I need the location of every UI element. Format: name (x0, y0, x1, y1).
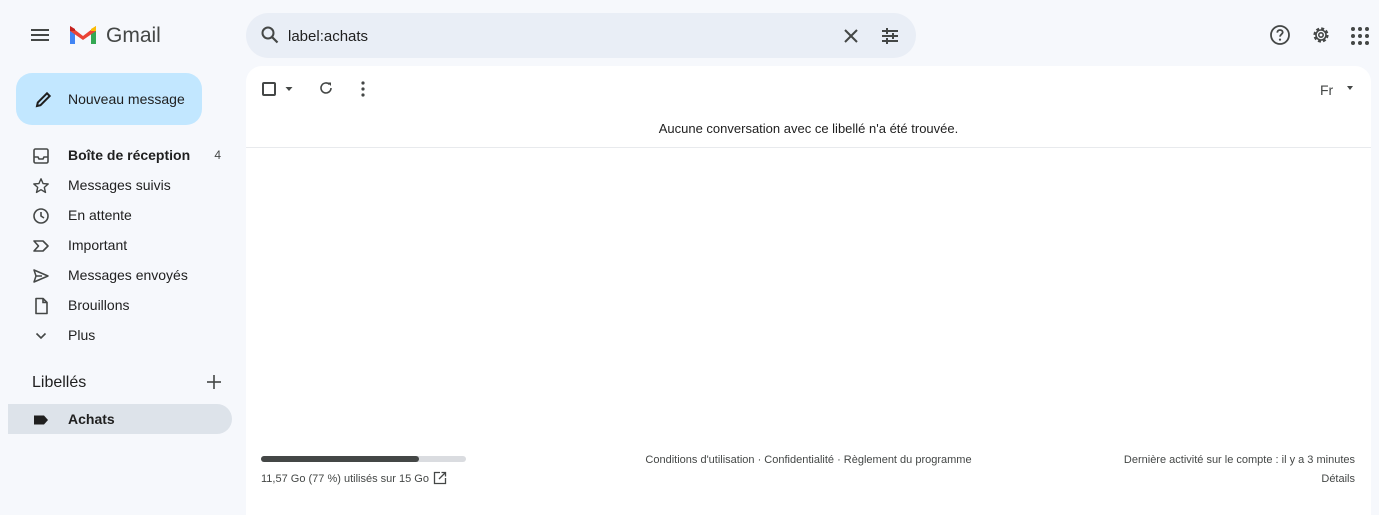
help-icon[interactable] (1269, 24, 1291, 46)
clear-search-icon[interactable] (840, 25, 862, 47)
nav-item-starred[interactable]: Messages suivis (8, 170, 232, 200)
input-language-label: Fr (1320, 82, 1334, 98)
top-bar: Gmail (0, 0, 1379, 66)
apps-grid-icon[interactable] (1350, 26, 1370, 46)
compose-label: Nouveau message (68, 91, 185, 107)
nav-label: Important (68, 237, 128, 253)
label-name: Achats (68, 411, 115, 427)
nav-label: Brouillons (68, 297, 130, 313)
nav-label: Messages envoyés (68, 267, 188, 283)
search-input[interactable] (288, 24, 808, 48)
nav-item-more[interactable]: Plus (8, 320, 232, 350)
empty-state-message: Aucune conversation avec ce libellé n'a … (658, 121, 959, 136)
send-icon (33, 269, 49, 283)
select-all-checkbox[interactable] (262, 82, 276, 96)
last-activity-text: Dernière activité sur le compte : il y a… (1123, 454, 1355, 466)
nav-label: Boîte de réception (68, 147, 191, 163)
inbox-icon (33, 148, 49, 164)
nav-item-snoozed[interactable]: En attente (8, 200, 232, 230)
main-panel: Fr Aucune conversation avec ce libellé n… (246, 66, 1371, 515)
labels-heading: Libellés (32, 374, 87, 391)
divider (246, 147, 1371, 148)
open-in-new-icon[interactable] (433, 471, 447, 485)
unread-count: 4 (214, 148, 221, 162)
nav-item-inbox[interactable]: Boîte de réception 4 (8, 140, 232, 170)
important-icon (33, 240, 49, 252)
star-icon (33, 178, 49, 194)
search-icon[interactable] (260, 25, 280, 45)
nav-label: Messages suivis (68, 177, 171, 193)
details-link[interactable]: Détails (1321, 473, 1355, 485)
label-item-achats[interactable]: Achats (8, 404, 232, 434)
clock-icon (33, 208, 49, 224)
draft-icon (35, 297, 48, 315)
nav-label: Plus (68, 327, 96, 343)
storage-usage-text: 11,57 Go (77 %) utilisés sur 15 Go (261, 473, 429, 485)
label-icon (34, 415, 48, 425)
search-options-icon[interactable] (878, 24, 902, 48)
compose-button[interactable]: Nouveau message (16, 73, 202, 125)
main-menu-icon[interactable] (28, 23, 52, 47)
brand-name[interactable]: Gmail (106, 24, 161, 48)
select-dropdown-icon[interactable] (284, 84, 294, 94)
chevron-down-icon (35, 332, 47, 340)
caret-down-icon (1347, 86, 1353, 90)
nav-item-important[interactable]: Important (8, 230, 232, 260)
add-label-icon[interactable] (204, 372, 224, 392)
input-language-button[interactable]: Fr (1320, 80, 1360, 100)
nav-label: En attente (68, 207, 132, 223)
more-vert-icon[interactable] (358, 80, 368, 98)
nav-item-sent[interactable]: Messages envoyés (8, 260, 232, 290)
pencil-icon (35, 91, 52, 108)
nav-item-drafts[interactable]: Brouillons (8, 290, 232, 320)
refresh-icon[interactable] (318, 80, 334, 96)
search-bar[interactable] (246, 13, 916, 58)
settings-gear-icon[interactable] (1310, 24, 1332, 46)
gmail-logo-icon[interactable] (68, 22, 98, 46)
